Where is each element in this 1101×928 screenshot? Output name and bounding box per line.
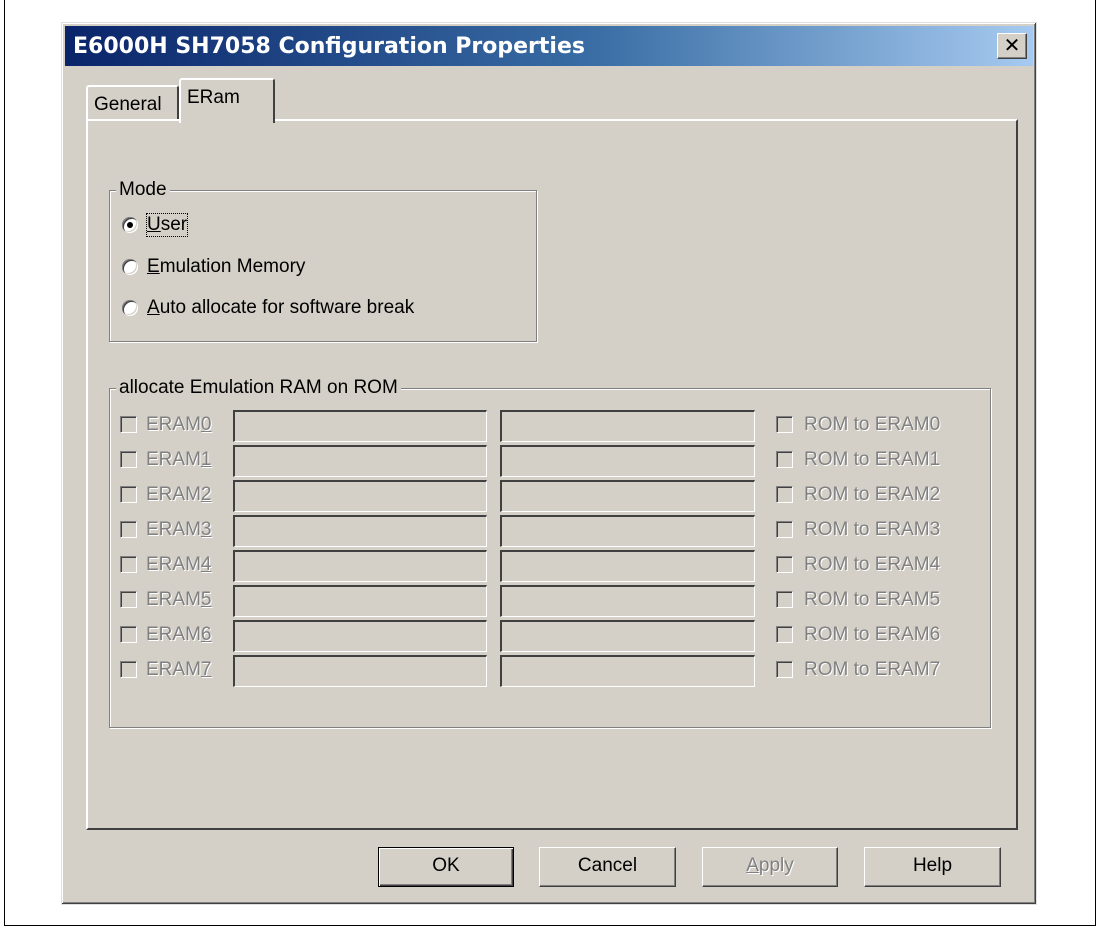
eram-legend: allocate Emulation RAM on ROM xyxy=(116,377,401,399)
cancel-button-label: Cancel xyxy=(577,855,638,876)
rom-to-eram-checkbox[interactable] xyxy=(776,416,793,433)
radio-emulation-memory[interactable]: Emulation Memory xyxy=(122,254,305,280)
eram-start-address-field[interactable] xyxy=(233,620,487,652)
mode-legend: Mode xyxy=(116,179,170,201)
title-bar[interactable]: E6000H SH7058 Configuration Properties ✕ xyxy=(65,26,1033,66)
rom-to-eram-checkbox[interactable] xyxy=(776,486,793,503)
eram-start-address-field[interactable] xyxy=(233,445,487,477)
eram-row: ERAM4 ROM to ERAM4 xyxy=(120,550,990,584)
eram-checkbox[interactable] xyxy=(120,591,137,608)
eram-start-address-field[interactable] xyxy=(233,655,487,687)
rom-to-eram-checkbox[interactable] xyxy=(776,451,793,468)
eram-row: ERAM0 ROM to ERAM0 xyxy=(120,410,990,444)
rom-to-eram-label: ROM to ERAM6 xyxy=(804,624,941,645)
help-button[interactable]: Help xyxy=(864,847,1001,887)
tab-eram-label: ERam xyxy=(187,87,240,108)
rom-to-eram-checkbox[interactable] xyxy=(776,591,793,608)
window-title: E6000H SH7058 Configuration Properties xyxy=(73,34,585,59)
eram-start-address-field[interactable] xyxy=(233,515,487,547)
eram-end-address-field[interactable] xyxy=(500,515,755,547)
eram-checkbox-label: ERAM4 xyxy=(146,554,212,575)
rom-to-eram-label: ROM to ERAM7 xyxy=(804,659,941,680)
eram-end-address-field[interactable] xyxy=(500,655,755,687)
rom-to-eram-label: ROM to ERAM1 xyxy=(804,449,941,470)
tab-panel-eram: Mode User Emulation Memory Auto allocate… xyxy=(86,119,1018,830)
eram-groupbox: allocate Emulation RAM on ROM ERAM0 ROM t… xyxy=(109,377,991,728)
eram-checkbox[interactable] xyxy=(120,661,137,678)
eram-checkbox-label: ERAM0 xyxy=(146,414,212,435)
eram-row: ERAM6 ROM to ERAM6 xyxy=(120,620,990,654)
eram-start-address-field[interactable] xyxy=(233,410,487,442)
close-button[interactable]: ✕ xyxy=(997,33,1027,59)
radio-auto-allocate-label: Auto allocate for software break xyxy=(147,297,415,318)
cancel-button[interactable]: Cancel xyxy=(539,847,676,887)
tab-eram[interactable]: ERam xyxy=(179,78,275,123)
rom-to-eram-checkbox[interactable] xyxy=(776,521,793,538)
eram-row: ERAM7 ROM to ERAM7 xyxy=(120,655,990,689)
eram-row: ERAM2 ROM to ERAM2 xyxy=(120,480,990,514)
properties-dialog: E6000H SH7058 Configuration Properties ✕… xyxy=(61,22,1037,905)
rom-to-eram-checkbox[interactable] xyxy=(776,661,793,678)
eram-checkbox-label: ERAM5 xyxy=(146,589,212,610)
ok-button-label: OK xyxy=(432,855,460,876)
eram-start-address-field[interactable] xyxy=(233,585,487,617)
eram-end-address-field[interactable] xyxy=(500,585,755,617)
radio-emulation-memory-label: Emulation Memory xyxy=(147,256,306,277)
eram-checkbox-label: ERAM7 xyxy=(146,659,212,680)
apply-button[interactable]: Apply xyxy=(702,847,838,887)
eram-start-address-field[interactable] xyxy=(233,550,487,582)
radio-user-label: User xyxy=(145,213,189,237)
eram-checkbox-label: ERAM3 xyxy=(146,519,212,540)
tab-general[interactable]: General xyxy=(86,85,179,119)
rom-to-eram-checkbox[interactable] xyxy=(776,626,793,643)
eram-start-address-field[interactable] xyxy=(233,480,487,512)
eram-checkbox-label: ERAM6 xyxy=(146,624,212,645)
eram-row: ERAM3 ROM to ERAM3 xyxy=(120,515,990,549)
radio-selected-dot xyxy=(127,222,133,228)
rom-to-eram-label: ROM to ERAM0 xyxy=(804,414,941,435)
eram-end-address-field[interactable] xyxy=(500,550,755,582)
rom-to-eram-label: ROM to ERAM3 xyxy=(804,519,941,540)
eram-end-address-field[interactable] xyxy=(500,410,755,442)
ok-button[interactable]: OK xyxy=(378,847,514,887)
eram-checkbox-label: ERAM1 xyxy=(146,449,212,470)
eram-row: ERAM5 ROM to ERAM5 xyxy=(120,585,990,619)
eram-end-address-field[interactable] xyxy=(500,445,755,477)
eram-checkbox[interactable] xyxy=(120,626,137,643)
radio-auto-allocate[interactable]: Auto allocate for software break xyxy=(122,295,414,321)
eram-checkbox[interactable] xyxy=(120,556,137,573)
apply-button-label: Apply xyxy=(746,855,794,876)
radio-emulation-memory-indicator[interactable] xyxy=(122,259,138,275)
rom-to-eram-label: ROM to ERAM2 xyxy=(804,484,941,505)
radio-user[interactable]: User xyxy=(122,212,189,238)
eram-checkbox[interactable] xyxy=(120,416,137,433)
tab-general-label: General xyxy=(94,94,162,115)
mode-groupbox: Mode User Emulation Memory Auto allocate… xyxy=(109,179,537,342)
radio-user-indicator[interactable] xyxy=(122,217,138,233)
eram-row: ERAM1 ROM to ERAM1 xyxy=(120,445,990,479)
eram-checkbox[interactable] xyxy=(120,451,137,468)
eram-end-address-field[interactable] xyxy=(500,620,755,652)
help-button-label: Help xyxy=(912,855,953,876)
rom-to-eram-label: ROM to ERAM5 xyxy=(804,589,941,610)
eram-checkbox[interactable] xyxy=(120,486,137,503)
close-icon: ✕ xyxy=(1003,33,1021,57)
eram-checkbox[interactable] xyxy=(120,521,137,538)
eram-checkbox-label: ERAM2 xyxy=(146,484,212,505)
rom-to-eram-checkbox[interactable] xyxy=(776,556,793,573)
eram-end-address-field[interactable] xyxy=(500,480,755,512)
rom-to-eram-label: ROM to ERAM4 xyxy=(804,554,941,575)
radio-auto-allocate-indicator[interactable] xyxy=(122,300,138,316)
